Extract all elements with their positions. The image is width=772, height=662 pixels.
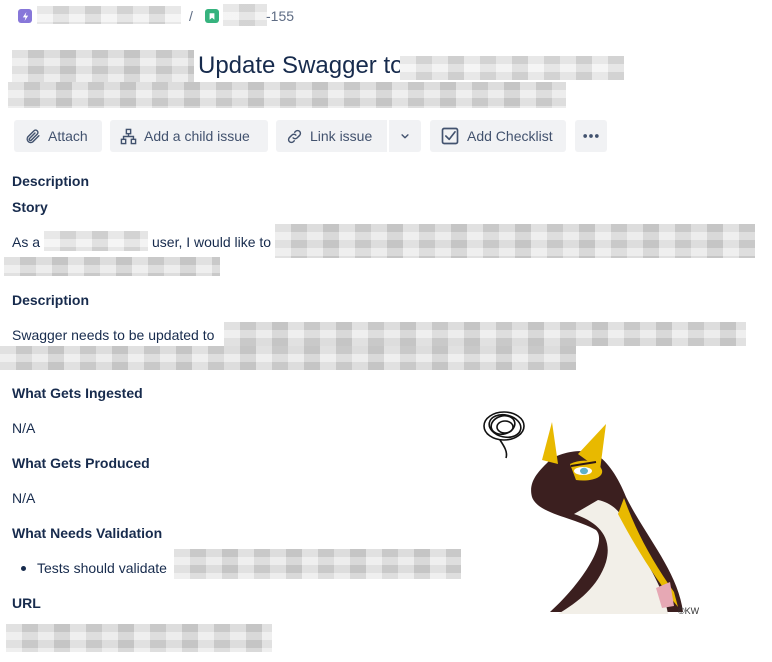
more-actions-button[interactable] (575, 120, 607, 152)
link-icon (287, 129, 302, 143)
story-redacted-goal (275, 224, 755, 258)
description-heading: Description (12, 173, 90, 189)
story-prefix: As a (12, 234, 41, 250)
attach-label: Attach (48, 128, 88, 144)
validation-item: Tests should validate (37, 560, 167, 576)
illustration-image: ©KW (483, 411, 700, 616)
scribble-icon (483, 411, 525, 459)
chevron-down-icon (401, 134, 409, 139)
add-checklist-button[interactable]: Add Checklist (430, 120, 566, 152)
breadcrumb-separator: / (189, 8, 193, 24)
add-checklist-label: Add Checklist (467, 128, 553, 144)
desc-text: Swagger needs to be updated to (12, 327, 215, 343)
hierarchy-icon (120, 128, 137, 144)
story-heading: Story (12, 199, 48, 215)
validation-heading: What Needs Validation (12, 525, 163, 541)
desc-redacted-line2 (0, 346, 576, 370)
url-heading: URL (12, 595, 41, 611)
add-child-issue-button[interactable]: Add a child issue (110, 120, 268, 152)
attach-button[interactable]: Attach (14, 120, 102, 152)
more-icon (583, 134, 599, 138)
issue-key-suffix[interactable]: -155 (266, 8, 294, 24)
title-redacted-start (12, 50, 194, 84)
story-redacted-role (44, 231, 148, 251)
issue-title[interactable]: Update Swagger to (198, 52, 403, 80)
project-name-redacted[interactable] (37, 6, 181, 24)
project-icon[interactable] (18, 9, 32, 23)
title-redacted-line2 (8, 82, 566, 108)
ingested-value: N/A (12, 420, 36, 436)
illustration-signature: ©KW (678, 606, 700, 616)
story-redacted-line2 (4, 257, 220, 276)
produced-heading: What Gets Produced (12, 455, 150, 471)
link-issue-label: Link issue (310, 128, 373, 144)
ingested-heading: What Gets Ingested (12, 385, 143, 401)
url-redacted-link[interactable] (6, 624, 272, 652)
story-middle: user, I would like to (152, 234, 272, 250)
add-child-label: Add a child issue (144, 128, 250, 144)
paperclip-icon (26, 129, 40, 143)
issue-key-redacted[interactable] (223, 4, 267, 26)
list-bullet (21, 566, 26, 571)
validation-redacted (174, 549, 461, 579)
desc-redacted (224, 322, 746, 346)
checkbox-checked-icon (441, 127, 459, 145)
link-issue-button[interactable]: Link issue (276, 120, 387, 152)
link-issue-dropdown[interactable] (389, 120, 421, 152)
title-redacted-end (400, 56, 624, 80)
issue-type-icon (205, 9, 219, 23)
desc-subheading: Description (12, 292, 90, 308)
produced-value: N/A (12, 490, 36, 506)
